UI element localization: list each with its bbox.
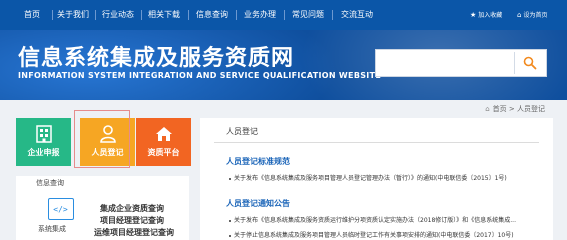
home-crumb-icon: ⌂ bbox=[485, 105, 490, 113]
nav-divider bbox=[95, 10, 96, 20]
set-homepage-link[interactable]: ⌂ 设为首页 bbox=[517, 0, 547, 30]
article-link[interactable]: 关于发布《信息系统集成及服务资质运行维护分项资质认定实施办法（2018修订版）》… bbox=[229, 215, 545, 224]
section-title-notices[interactable]: 人员登记通知公告 bbox=[226, 198, 290, 209]
breadcrumb-current: 人员登记 bbox=[517, 105, 545, 113]
nav-industry-news[interactable]: 行业动态 bbox=[98, 0, 138, 30]
svg-text:</>: </> bbox=[53, 205, 68, 214]
article-link[interactable]: 关于停止信息系统集成及服务项目管理人员临时登记工作有关事项安排的通知(中电联信委… bbox=[229, 230, 545, 239]
site-subtitle: INFORMATION SYSTEM INTEGRATION AND SERVI… bbox=[18, 71, 382, 80]
home-small-icon: ⌂ bbox=[517, 11, 522, 19]
info-panel-title: 信息查询 bbox=[36, 179, 64, 187]
tile-qualification-platform[interactable]: 资质平台 bbox=[136, 118, 191, 166]
tile-label: 企业申报 bbox=[27, 148, 60, 157]
query-link-enterprise[interactable]: 集成企业资质查询 bbox=[100, 203, 164, 214]
search-input[interactable] bbox=[375, 49, 547, 77]
search-icon bbox=[523, 56, 537, 70]
nav-business[interactable]: 业务办理 bbox=[240, 0, 280, 30]
top-nav-bar: 首页 关于我们 行业动态 相关下载 信息查询 业务办理 常见问题 交流互动 ★ 加… bbox=[0, 0, 567, 30]
query-link-pm[interactable]: 项目经理登记查询 bbox=[100, 215, 164, 226]
nav-divider bbox=[236, 10, 237, 20]
query-link-ops-pm[interactable]: 运维项目经理登记查询 bbox=[94, 227, 174, 238]
search-button[interactable] bbox=[514, 52, 544, 74]
nav-about[interactable]: 关于我们 bbox=[54, 0, 92, 30]
nav-divider bbox=[188, 10, 189, 20]
nav-divider bbox=[52, 10, 53, 20]
breadcrumb: ⌂ 首页 > 人员登记 bbox=[485, 105, 545, 113]
selected-tile-outline bbox=[74, 110, 130, 168]
breadcrumb-home[interactable]: 首页 bbox=[493, 105, 507, 113]
home-icon bbox=[155, 127, 172, 141]
tile-enterprise-apply[interactable]: 企业申报 bbox=[16, 118, 71, 166]
content-tab[interactable]: 人员登记 bbox=[226, 126, 258, 137]
star-icon: ★ bbox=[470, 11, 477, 19]
tile-label: 资质平台 bbox=[147, 148, 180, 157]
nav-info-query[interactable]: 信息查询 bbox=[192, 0, 232, 30]
header-banner: 信息系统集成及服务资质网 INFORMATION SYSTEM INTEGRAT… bbox=[0, 30, 567, 100]
system-integration-icon[interactable]: </> bbox=[48, 198, 74, 220]
system-integration-label: 系统集成 bbox=[38, 225, 66, 233]
nav-divider bbox=[284, 10, 285, 20]
nav-divider bbox=[332, 10, 333, 20]
article-link[interactable]: 关于发布《信息系统集成及服务项目管理人员登记管理办法（暂行）》的通知(中电联信委… bbox=[229, 173, 545, 182]
nav-downloads[interactable]: 相关下载 bbox=[144, 0, 184, 30]
nav-divider bbox=[141, 10, 142, 20]
nav-interaction[interactable]: 交流互动 bbox=[336, 0, 378, 30]
building-icon bbox=[35, 125, 52, 143]
nav-home[interactable]: 首页 bbox=[14, 0, 50, 30]
section-title-standards[interactable]: 人员登记标准规范 bbox=[226, 156, 290, 167]
add-favorite-link[interactable]: ★ 加入收藏 bbox=[470, 0, 502, 30]
divider bbox=[214, 142, 539, 143]
site-title: 信息系统集成及服务资质网 bbox=[18, 46, 295, 71]
nav-faq[interactable]: 常见问题 bbox=[288, 0, 328, 30]
